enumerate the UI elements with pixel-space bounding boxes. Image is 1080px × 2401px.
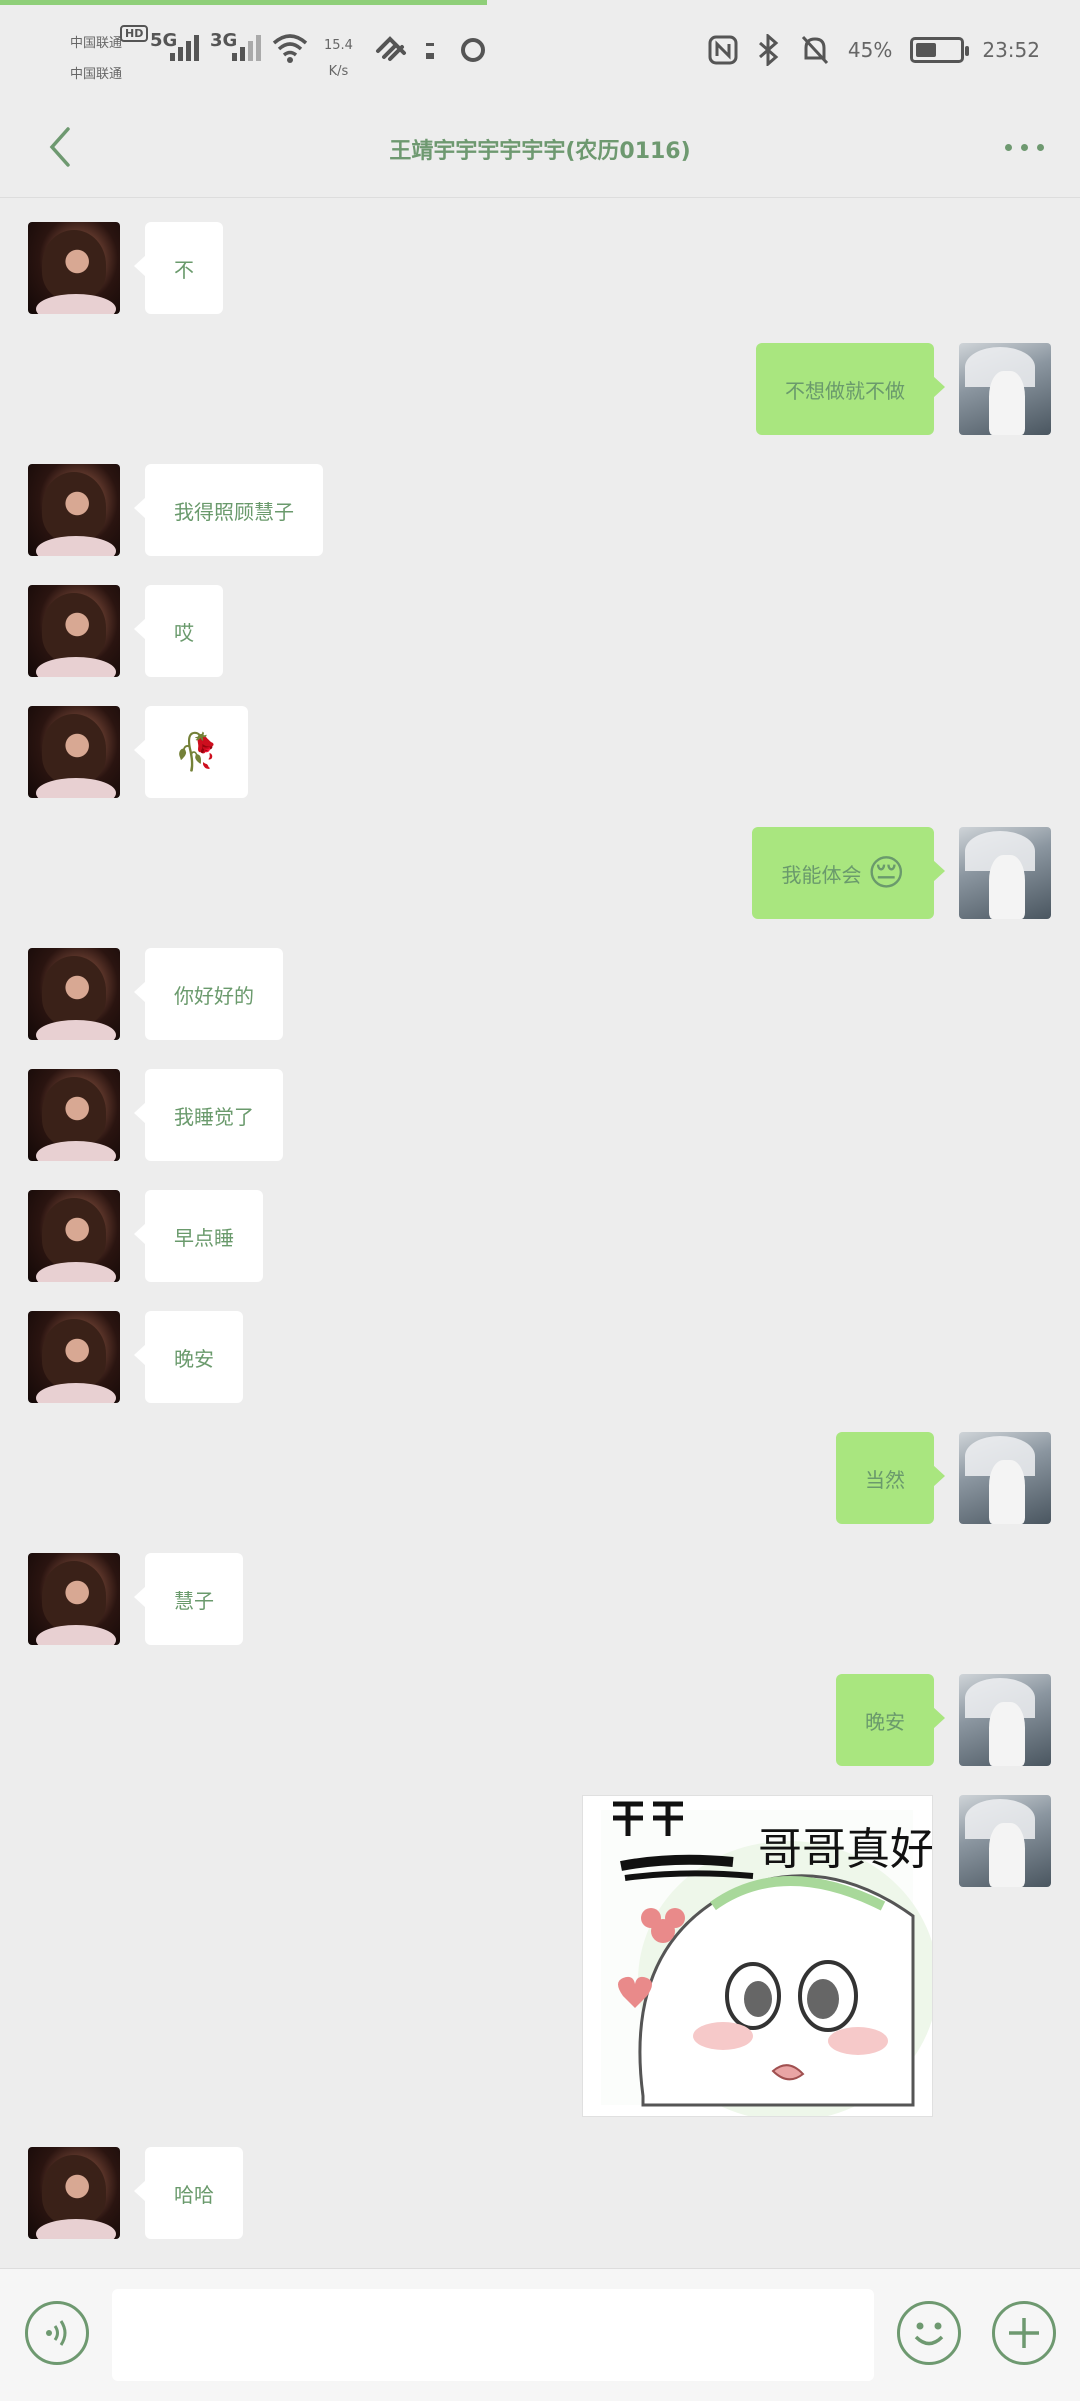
message-text: 哎 [174, 620, 194, 645]
wilted-rose-emoji: 🥀 [174, 732, 219, 773]
friend-avatar[interactable] [28, 1069, 120, 1161]
input-bar [0, 2268, 1080, 2401]
chat-title: 王靖宇宇宇宇宇宇(农历0116) [389, 139, 691, 164]
my-avatar[interactable] [959, 1432, 1051, 1524]
message-row: 哎 [0, 585, 1080, 677]
message-text: 不想做就不做 [785, 378, 905, 403]
signal-icon [170, 35, 199, 61]
message-row: 早点睡 [0, 1190, 1080, 1282]
battery-percent: 45% [847, 38, 893, 62]
voice-icon [46, 2320, 67, 2346]
speed-unit: K/s [328, 64, 349, 79]
message-row: 不想做就不做 [0, 343, 1080, 435]
more-button[interactable] [994, 117, 1054, 177]
sticker-text: 哥哥真好 [758, 1824, 932, 1875]
message-bubble[interactable]: 慧子 [134, 1553, 243, 1645]
voice-button[interactable] [25, 2301, 89, 2365]
dot-icon [1036, 143, 1044, 151]
wifi-icon [272, 34, 308, 63]
clock: 23:52 [982, 38, 1040, 62]
message-text: 慧子 [174, 1588, 214, 1613]
message-text: 早点睡 [174, 1225, 234, 1250]
plus-icon [1009, 2318, 1039, 2348]
network-speed: 15.4 K/s [324, 33, 353, 85]
hd-badge: HD [120, 25, 149, 42]
message-bubble[interactable]: 当然 [836, 1432, 945, 1524]
message-row: 晚安 [0, 1311, 1080, 1403]
message-row: 慧子 [0, 1553, 1080, 1645]
message-bubble[interactable]: 我得照顾慧子 [134, 464, 323, 556]
friend-avatar[interactable] [28, 1553, 120, 1645]
dot-icon [1020, 143, 1028, 151]
pensive-face-emoji: 😔 [867, 852, 905, 894]
message-bubble[interactable]: 晚安 [134, 1311, 243, 1403]
bluetooth-icon [758, 34, 779, 66]
message-text: 我得照顾慧子 [174, 499, 294, 524]
friend-avatar[interactable] [28, 464, 120, 556]
my-avatar[interactable] [959, 1674, 1051, 1766]
smiley-icon [914, 2322, 944, 2346]
speed-value: 15.4 [324, 38, 353, 53]
sync-icon [461, 38, 485, 62]
message-text: 晚安 [865, 1709, 905, 1734]
message-bubble[interactable]: 我能体会 😔 [752, 827, 945, 919]
app-notification-icon [376, 36, 406, 61]
message-text: 哈哈 [174, 2182, 214, 2207]
nfc-icon [708, 35, 738, 65]
my-avatar[interactable] [959, 827, 1051, 919]
my-avatar[interactable] [959, 1795, 1051, 1887]
my-avatar[interactable] [959, 343, 1051, 435]
friend-avatar[interactable] [28, 948, 120, 1040]
sticker-image[interactable]: 哥哥真好 [582, 1795, 933, 2117]
message-row: 哈哈 [0, 2147, 1080, 2239]
carrier-2: 中国联通 [70, 67, 123, 82]
message-row: 晚安 [0, 1674, 1080, 1766]
signal-icon-2 [232, 35, 261, 61]
message-row: 我得照顾慧子 [0, 464, 1080, 556]
friend-avatar[interactable] [28, 706, 120, 798]
mute-bell-icon [801, 35, 829, 65]
message-bubble[interactable]: 早点睡 [134, 1190, 263, 1282]
status-bar: 中国联通 HD 中国联通 5G 3G 15.4 K/s 45% 23:52 [0, 0, 1080, 105]
friend-avatar[interactable] [28, 1190, 120, 1282]
chat-header: 王靖宇宇宇宇宇宇(农历0116) [0, 105, 1080, 198]
message-bubble[interactable]: 我睡觉了 [134, 1069, 283, 1161]
friend-avatar[interactable] [28, 585, 120, 677]
message-bubble[interactable]: 🥀 [134, 706, 248, 798]
message-text: 不 [174, 257, 194, 282]
message-text: 晚安 [174, 1346, 214, 1371]
friend-avatar[interactable] [28, 222, 120, 314]
friend-avatar[interactable] [28, 1311, 120, 1403]
message-row: 当然 [0, 1432, 1080, 1524]
message-text: 我睡觉了 [174, 1104, 254, 1129]
message-text: 当然 [865, 1467, 905, 1492]
message-bubble[interactable]: 不想做就不做 [756, 343, 945, 435]
message-row: 不 [0, 222, 1080, 314]
message-bubble[interactable]: 晚安 [836, 1674, 945, 1766]
data-activity-icon [426, 43, 434, 59]
message-text: 你好好的 [174, 983, 254, 1008]
message-row: 🥀 [0, 706, 1080, 798]
message-list[interactable]: 不 不想做就不做 我得照顾慧子 哎 🥀 我能体会 😔 你好好的 我睡觉了 早点睡 [0, 198, 1080, 2264]
message-row: 我能体会 😔 [0, 827, 1080, 919]
battery-icon [910, 37, 970, 63]
message-row: 我睡觉了 [0, 1069, 1080, 1161]
emoji-button[interactable] [897, 2301, 961, 2365]
dot-icon [1004, 143, 1012, 151]
message-row: 哥哥真好 [0, 1795, 1080, 2117]
message-text: 我能体会 [781, 862, 862, 887]
message-row: 你好好的 [0, 948, 1080, 1040]
message-input[interactable] [112, 2289, 874, 2381]
status-right: 45% 23:52 [708, 30, 1040, 70]
message-bubble[interactable]: 你好好的 [134, 948, 283, 1040]
message-bubble[interactable]: 哈哈 [134, 2147, 243, 2239]
message-bubble[interactable]: 哎 [134, 585, 223, 677]
more-functions-button[interactable] [992, 2301, 1056, 2365]
carrier-1: 中国联通 [70, 36, 123, 51]
cartoon-sticker: 哥哥真好 [583, 1796, 932, 2116]
friend-avatar[interactable] [28, 2147, 120, 2239]
message-bubble[interactable]: 不 [134, 222, 223, 314]
